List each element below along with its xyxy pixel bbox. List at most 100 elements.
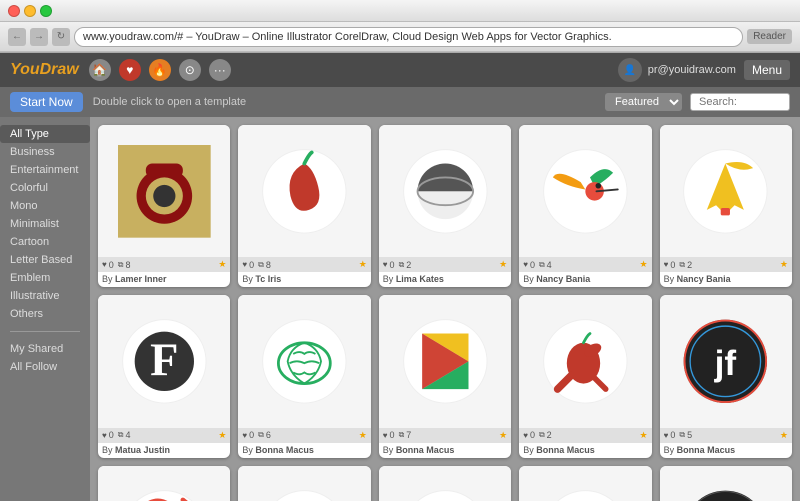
card-author: By Nancy Bania	[660, 272, 792, 287]
window-controls	[8, 5, 52, 17]
star-icon[interactable]: ★	[640, 430, 648, 441]
app-header: YouDraw 🏠 ♥ 🔥 ⊙ ··· 👤 pr@youidraw.com Me…	[0, 53, 800, 87]
star-icon[interactable]: ★	[780, 259, 788, 270]
card-item[interactable]: onion ♥ 0 ⧉ 0 ★ By Lamer Inner	[238, 466, 370, 501]
user-email: pr@youidraw.com	[648, 64, 736, 76]
card-item[interactable]: ♥ 0 ⧉ 3 ★ By Yonas Jim	[519, 466, 651, 501]
refresh-button[interactable]: ↻	[52, 28, 70, 46]
card-author: By Bonna Macus	[519, 443, 651, 458]
card-footer: ♥ 0 ⧉ 2 ★	[660, 257, 792, 272]
heart-stat-icon: ♥	[523, 431, 528, 440]
more-icon[interactable]: ⊙	[179, 59, 201, 81]
like-count: ♥ 0	[242, 260, 254, 270]
menu-button[interactable]: Menu	[744, 60, 790, 80]
card-thumbnail-star-ball: ★	[660, 466, 792, 501]
card-footer: ♥ 0 ⧉ 6 ★	[238, 428, 370, 443]
card-item[interactable]: ♥ 0 ⧉ 2 ★ By Bonna Macus	[519, 295, 651, 457]
star-icon[interactable]: ★	[359, 259, 367, 270]
heart-icon[interactable]: ♥	[119, 59, 141, 81]
toolbar-hint: Double click to open a template	[93, 96, 246, 108]
card-item[interactable]: ♥ 0 ⧉ 8 ★ By Lamer Inner	[98, 125, 230, 287]
card-item[interactable]: ♥ 0 ⧉ 2 ★ By Nancy Bania	[660, 125, 792, 287]
card-item[interactable]: ♥ 0 ⧉ 8 ★ By Tc Iris	[238, 125, 370, 287]
content-area: ♥ 0 ⧉ 8 ★ By Lamer Inner ♥ 0 ⧉ 8 ★ By Tc…	[90, 117, 800, 501]
copy-stat-icon: ⧉	[118, 430, 124, 440]
card-item[interactable]: ♥ 0 ⧉ 0 ★ By Tc Iris	[379, 466, 511, 501]
sidebar-item-colorful[interactable]: Colorful	[0, 179, 90, 197]
card-item[interactable]: jf ♥ 0 ⧉ 5 ★ By Bonna Macus	[660, 295, 792, 457]
star-icon[interactable]: ★	[499, 430, 507, 441]
logo-draw: Draw	[40, 61, 79, 78]
fire-icon[interactable]: 🔥	[149, 59, 171, 81]
card-footer: ♥ 0 ⧉ 5 ★	[660, 428, 792, 443]
sidebar-item-my-shared[interactable]: My Shared	[0, 340, 90, 358]
star-icon[interactable]: ★	[218, 430, 226, 441]
featured-select[interactable]: Featured	[605, 93, 682, 111]
star-icon[interactable]: ★	[640, 259, 648, 270]
address-bar[interactable]: www.youdraw.com/# – YouDraw – Online Ill…	[74, 27, 743, 47]
sidebar-item-letter-based[interactable]: Letter Based	[0, 251, 90, 269]
sidebar-item-minimalist[interactable]: Minimalist	[0, 215, 90, 233]
browser-nav-bar: ← → ↻ www.youdraw.com/# – YouDraw – Onli…	[0, 22, 800, 52]
card-item[interactable]: ★ ♥ 0 ⧉ 6 ★ By	[660, 466, 792, 501]
sidebar-item-others[interactable]: Others	[0, 305, 90, 323]
minimize-btn[interactable]	[24, 5, 36, 17]
card-thumbnail-letter-f: F	[98, 295, 230, 427]
like-count: ♥ 0	[383, 260, 395, 270]
card-item[interactable]: F ♥ 0 ⧉ 4 ★ By Matua Justin	[98, 295, 230, 457]
sidebar-item-emblem[interactable]: Emblem	[0, 269, 90, 287]
home-icon[interactable]: 🏠	[89, 59, 111, 81]
sidebar-divider	[10, 331, 80, 332]
browser-titlebar	[0, 0, 800, 22]
card-author: By Lamer Inner	[98, 272, 230, 287]
sidebar-item-illustrative[interactable]: Illustrative	[0, 287, 90, 305]
copy-count: ⧉ 5	[679, 430, 692, 440]
card-item[interactable]: ♥ 0 ⧉ 7 ★ By Bonna Macus	[379, 295, 511, 457]
card-footer: ♥ 0 ⧉ 4 ★	[98, 428, 230, 443]
main-layout: All TypeBusinessEntertainmentColorfulMon…	[0, 117, 800, 501]
dots-icon[interactable]: ···	[209, 59, 231, 81]
card-thumbnail-brain	[238, 295, 370, 427]
sidebar-item-mono[interactable]: Mono	[0, 197, 90, 215]
card-thumbnail-v-letter	[519, 466, 651, 501]
copy-stat-icon: ⧉	[118, 260, 124, 270]
copy-stat-icon: ⧉	[679, 260, 685, 270]
card-author: By Matua Justin	[98, 443, 230, 458]
maximize-btn[interactable]	[40, 5, 52, 17]
card-item[interactable]: ♥ 0 ⧉ 6 ★ By Bonna Macus	[238, 295, 370, 457]
card-thumbnail-spiral-red	[98, 466, 230, 501]
card-thumbnail-letter-jf: jf	[660, 295, 792, 427]
forward-button[interactable]: →	[30, 28, 48, 46]
cards-grid: ♥ 0 ⧉ 8 ★ By Lamer Inner ♥ 0 ⧉ 8 ★ By Tc…	[98, 125, 792, 501]
svg-text:F: F	[150, 336, 178, 387]
like-count: ♥ 0	[102, 260, 114, 270]
sidebar-item-entertainment[interactable]: Entertainment	[0, 161, 90, 179]
star-icon[interactable]: ★	[780, 430, 788, 441]
like-count: ♥ 0	[242, 430, 254, 440]
card-item[interactable]: ♥ 0 ⧉ 2 ★ By Lima Kates	[379, 125, 511, 287]
sidebar-item-all-follow[interactable]: All Follow	[0, 358, 90, 376]
toolbar-right: Featured	[605, 93, 790, 111]
card-author: By Bonna Macus	[660, 443, 792, 458]
search-input[interactable]	[690, 93, 790, 111]
reader-button[interactable]: Reader	[747, 29, 792, 44]
star-icon[interactable]: ★	[359, 430, 367, 441]
card-thumbnail-coffee	[98, 125, 230, 257]
sidebar-item-cartoon[interactable]: Cartoon	[0, 233, 90, 251]
heart-stat-icon: ♥	[242, 260, 247, 269]
copy-stat-icon: ⧉	[679, 430, 685, 440]
copy-stat-icon: ⧉	[258, 430, 264, 440]
user-avatar: 👤	[618, 58, 642, 82]
sidebar-item-all-type[interactable]: All Type	[0, 125, 90, 143]
card-item[interactable]: ♥ 0 ⧉ 4 ★ By Nancy Bania	[519, 125, 651, 287]
star-icon[interactable]: ★	[499, 259, 507, 270]
card-item[interactable]: ♥ 0 ⧉ 0 ★ By Bonna Macus	[98, 466, 230, 501]
card-thumbnail-triangle-play	[379, 295, 511, 427]
copy-count: ⧉ 8	[258, 260, 271, 270]
start-now-button[interactable]: Start Now	[10, 92, 83, 112]
close-btn[interactable]	[8, 5, 20, 17]
star-icon[interactable]: ★	[218, 259, 226, 270]
sidebar-item-business[interactable]: Business	[0, 143, 90, 161]
back-button[interactable]: ←	[8, 28, 26, 46]
heart-stat-icon: ♥	[242, 431, 247, 440]
